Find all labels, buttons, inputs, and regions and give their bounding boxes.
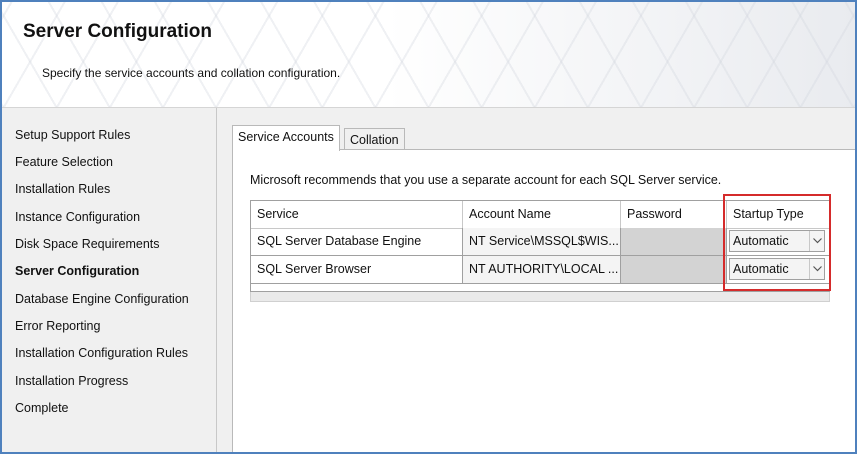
column-header-account-name[interactable]: Account Name (463, 201, 621, 228)
setup-window: Server Configuration Specify the service… (0, 0, 857, 454)
setup-steps-sidebar: Setup Support Rules Feature Selection In… (2, 108, 217, 452)
sidebar-item-server-configuration[interactable]: Server Configuration (15, 264, 139, 278)
startup-type-value: Automatic (733, 262, 789, 276)
sidebar-item-database-engine-configuration[interactable]: Database Engine Configuration (15, 292, 189, 306)
password-field[interactable] (621, 256, 727, 283)
service-name-cell: SQL Server Database Engine (251, 228, 463, 255)
sidebar-item-complete[interactable]: Complete (15, 401, 69, 415)
startup-type-dropdown[interactable]: Automatic (729, 258, 825, 280)
table-row: SQL Server Database Engine NT Service\MS… (251, 228, 829, 256)
tab-service-accounts[interactable]: Service Accounts (232, 125, 340, 151)
sidebar-item-error-reporting[interactable]: Error Reporting (15, 319, 100, 333)
sidebar-item-installation-rules[interactable]: Installation Rules (15, 182, 110, 196)
sidebar-item-setup-support-rules[interactable]: Setup Support Rules (15, 128, 130, 142)
column-header-startup-type[interactable]: Startup Type (727, 201, 829, 228)
column-header-password[interactable]: Password (621, 201, 727, 228)
password-field[interactable] (621, 228, 727, 255)
startup-type-value: Automatic (733, 234, 789, 248)
account-name-field[interactable]: NT AUTHORITY\LOCAL ... (463, 256, 621, 283)
sidebar-item-instance-configuration[interactable]: Instance Configuration (15, 210, 140, 224)
service-accounts-panel: Microsoft recommends that you use a sepa… (232, 149, 855, 452)
grid-header: Service Account Name Password Startup Ty… (251, 201, 829, 229)
recommendation-text: Microsoft recommends that you use a sepa… (250, 173, 722, 187)
page-header: Server Configuration Specify the service… (2, 2, 855, 108)
chevron-down-icon[interactable] (809, 231, 824, 251)
sidebar-item-disk-space-requirements[interactable]: Disk Space Requirements (15, 237, 160, 251)
account-name-field[interactable]: NT Service\MSSQL$WIS... (463, 228, 621, 255)
startup-type-dropdown[interactable]: Automatic (729, 230, 825, 252)
startup-type-cell: Automatic (727, 228, 829, 255)
page-title: Server Configuration (23, 21, 212, 42)
chevron-down-icon[interactable] (809, 259, 824, 279)
page-subtitle: Specify the service accounts and collati… (42, 66, 341, 80)
startup-type-cell: Automatic (727, 256, 829, 283)
tab-collation[interactable]: Collation (344, 128, 405, 150)
service-accounts-grid: Service Account Name Password Startup Ty… (250, 200, 830, 292)
sidebar-item-installation-configuration-rules[interactable]: Installation Configuration Rules (15, 346, 188, 360)
main-content: Service Accounts Collation Microsoft rec… (217, 108, 855, 452)
table-row: SQL Server Browser NT AUTHORITY\LOCAL ..… (251, 256, 829, 284)
service-name-cell: SQL Server Browser (251, 256, 463, 283)
sidebar-item-feature-selection[interactable]: Feature Selection (15, 155, 113, 169)
grid-horizontal-scrollbar[interactable] (250, 292, 830, 302)
column-header-service[interactable]: Service (251, 201, 463, 228)
sidebar-item-installation-progress[interactable]: Installation Progress (15, 374, 128, 388)
